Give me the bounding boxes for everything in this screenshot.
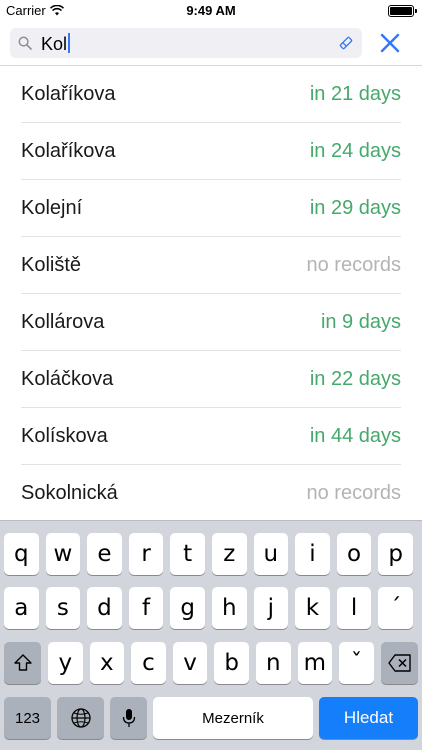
status-bar: Carrier 9:49 AM (0, 0, 422, 22)
microphone-icon (122, 709, 135, 727)
key-i[interactable]: i (295, 533, 330, 575)
dictation-key[interactable] (110, 697, 147, 739)
key-v[interactable]: v (172, 642, 208, 684)
list-item[interactable]: Kolejní in 29 days (0, 180, 422, 237)
globe-key[interactable] (57, 697, 104, 739)
numbers-key[interactable]: 123 (4, 697, 51, 739)
key-y[interactable]: y (48, 642, 83, 684)
key-o[interactable]: o (336, 533, 372, 575)
search-bar: Kol (0, 22, 422, 66)
key-a[interactable]: a (4, 587, 39, 629)
key-g[interactable]: g (170, 587, 205, 629)
globe-icon (70, 708, 91, 728)
street-name: Kolískova (21, 425, 108, 447)
shift-icon (13, 654, 32, 671)
key-l[interactable]: l (336, 587, 372, 629)
key-j[interactable]: j (253, 587, 289, 629)
collection-due: no records (306, 482, 402, 504)
search-text: Kol (41, 34, 68, 54)
key-x[interactable]: x (89, 642, 125, 684)
key-p[interactable]: p (378, 533, 413, 575)
text-cursor (68, 33, 71, 53)
collection-due: in 21 days (309, 83, 401, 105)
key-z[interactable]: z (212, 533, 247, 575)
list-item[interactable]: Sokolnická no records (0, 465, 422, 522)
list-item[interactable]: Kollárova in 9 days (0, 294, 422, 351)
collection-due: in 24 days (309, 140, 401, 162)
street-name: Koláčkova (21, 368, 114, 390)
key-r[interactable]: r (128, 533, 164, 575)
key-caron[interactable]: ˇ (339, 642, 374, 684)
key-n[interactable]: n (256, 642, 291, 684)
list-item[interactable]: Kolaříkova in 24 days (0, 123, 422, 180)
key-h[interactable]: h (212, 587, 247, 629)
collection-due: in 44 days (309, 425, 401, 447)
key-s[interactable]: s (45, 587, 81, 629)
key-c[interactable]: c (131, 642, 166, 684)
key-acute[interactable]: ´ (378, 587, 413, 629)
close-x-icon[interactable] (378, 31, 402, 55)
key-b[interactable]: b (214, 642, 249, 684)
key-q[interactable]: q (4, 533, 39, 575)
search-value[interactable]: Kol (41, 33, 71, 55)
street-name: Kollárova (21, 311, 105, 333)
key-f[interactable]: f (128, 587, 164, 629)
battery-fill (390, 7, 412, 15)
on-screen-keyboard: q w e r t z u i o p a s d f g h j k l ´ y x c v b n m ˇ 123 Mezerník H… (0, 520, 422, 750)
street-name: Koliště (21, 254, 82, 276)
key-m[interactable]: m (297, 642, 333, 684)
street-name: Kolejní (21, 197, 83, 219)
street-name: Kolaříkova (21, 83, 116, 105)
list-item[interactable]: Kolaříkova in 21 days (0, 66, 422, 123)
street-name: Kolaříkova (21, 140, 116, 162)
space-key[interactable]: Mezerník (153, 697, 313, 739)
street-name: Sokolnická (21, 482, 118, 504)
collection-due: in 22 days (309, 368, 401, 390)
backspace-key[interactable] (381, 642, 418, 684)
key-u[interactable]: u (253, 533, 289, 575)
battery-icon (388, 5, 417, 17)
search-key[interactable]: Hledat (319, 697, 418, 739)
key-e[interactable]: e (87, 533, 122, 575)
key-w[interactable]: w (45, 533, 81, 575)
collection-due: in 9 days (320, 311, 401, 333)
results-list: Kolaříkova in 21 days Kolaříkova in 24 days… (0, 66, 422, 522)
collection-due: no records (306, 254, 402, 276)
list-item[interactable]: Koláčkova in 22 days (0, 351, 422, 408)
shift-key[interactable] (4, 642, 41, 684)
list-item[interactable]: Kolískova in 44 days (0, 408, 422, 465)
list-item[interactable]: Koliště no records (0, 237, 422, 294)
search-input[interactable]: Kol (10, 28, 362, 58)
status-time: 9:49 AM (186, 3, 236, 18)
collection-due: in 29 days (309, 197, 401, 219)
key-k[interactable]: k (295, 587, 330, 629)
magnifier-icon (18, 36, 32, 50)
key-d[interactable]: d (87, 587, 122, 629)
backspace-icon (387, 654, 411, 672)
key-t[interactable]: t (170, 533, 205, 575)
pencil-eraser-icon[interactable] (338, 35, 354, 51)
